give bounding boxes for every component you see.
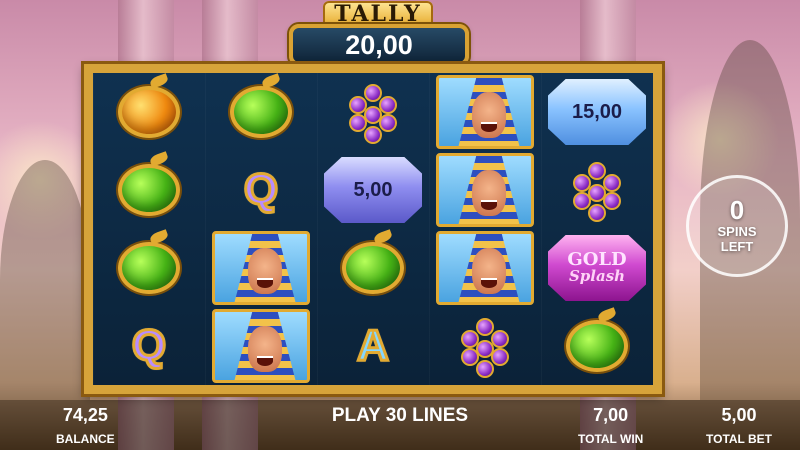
cash-gem-symbol: 5,00	[324, 157, 422, 223]
spins-left-label-line2: LEFT	[720, 239, 754, 254]
spins-left-indicator: 0 SPINS LEFT	[686, 175, 788, 277]
grape-berry	[588, 162, 606, 180]
total-win-value: 7,00	[593, 405, 629, 425]
reel-cell	[429, 229, 541, 307]
grapes-symbol	[343, 82, 403, 144]
apple-symbol	[118, 164, 180, 216]
total-bet-value: 5,00	[721, 405, 757, 425]
grape-berry	[476, 360, 494, 378]
tally-value: 20,00	[289, 24, 469, 66]
pharaoh-symbol	[436, 153, 534, 227]
apple-symbol	[118, 242, 180, 294]
reel-cell	[205, 73, 317, 151]
reel-cell	[93, 73, 205, 151]
spins-left-count: 0	[729, 195, 745, 225]
letter-q-symbol: Q	[242, 164, 279, 216]
grape-berry	[588, 204, 606, 222]
pharaoh-mouth	[481, 200, 497, 210]
grapes-symbol	[455, 316, 515, 378]
pharaoh-mouth	[481, 278, 497, 288]
total-win-stat: 7,00 TOTAL WIN	[578, 404, 643, 446]
gold-splash-symbol: GOLD Splash	[548, 235, 646, 301]
pharaoh-symbol	[436, 75, 534, 149]
pharaoh-mouth	[257, 356, 273, 366]
bottom-info-bar: 74,25 BALANCE PLAY 30 LINES 7,00 TOTAL W…	[0, 400, 800, 450]
apple-symbol	[342, 242, 404, 294]
grape-berry	[364, 84, 382, 102]
reel-cell: A	[317, 307, 429, 385]
reels-grid: 15,00 Q 5,00 GOLD Splash Q A	[93, 73, 653, 385]
reel-cell: Q	[205, 151, 317, 229]
reels-frame: 15,00 Q 5,00 GOLD Splash Q A	[84, 64, 662, 394]
gold-splash-text-gold: GOLD	[567, 249, 627, 270]
letter-a-symbol: A	[356, 320, 391, 372]
balance-label: BALANCE	[56, 432, 115, 446]
background-palm-left	[0, 160, 90, 400]
total-bet-label: TOTAL BET	[706, 432, 772, 446]
grape-berry	[461, 348, 479, 366]
grape-berry	[379, 114, 397, 132]
orange-symbol	[118, 86, 180, 138]
reel-cell	[205, 307, 317, 385]
reel-cell	[93, 229, 205, 307]
pharaoh-symbol	[436, 231, 534, 305]
reel-cell	[541, 151, 653, 229]
reel-cell	[429, 307, 541, 385]
reel-cell	[429, 73, 541, 151]
reel-cell	[429, 151, 541, 229]
play-lines-label: PLAY 30 LINES	[331, 405, 469, 426]
letter-q-symbol: Q	[130, 320, 167, 372]
reel-cell: 5,00	[317, 151, 429, 229]
pharaoh-symbol	[212, 231, 310, 305]
reel-cell	[541, 307, 653, 385]
gold-splash-text-splash: Splash	[568, 267, 626, 285]
apple-symbol	[566, 320, 628, 372]
grape-berry	[349, 114, 367, 132]
reel-cell	[317, 73, 429, 151]
grape-berry	[491, 330, 509, 348]
total-bet-stat: 5,00 TOTAL BET	[706, 404, 772, 446]
grape-berry	[573, 192, 591, 210]
grape-berry	[379, 96, 397, 114]
pharaoh-mouth	[481, 122, 497, 132]
grape-berry	[603, 174, 621, 192]
grape-berry	[476, 318, 494, 336]
grape-berry	[603, 192, 621, 210]
pharaoh-symbol	[212, 309, 310, 383]
total-win-label: TOTAL WIN	[578, 432, 644, 446]
spins-left-label-line1: SPINS	[717, 224, 757, 239]
cash-gem-symbol: 15,00	[548, 79, 646, 145]
reel-cell	[205, 229, 317, 307]
grape-berry	[491, 348, 509, 366]
pharaoh-mouth	[257, 278, 273, 288]
reel-cell	[317, 229, 429, 307]
reel-cell	[93, 151, 205, 229]
reel-cell: GOLD Splash	[541, 229, 653, 307]
reel-cell: 15,00	[541, 73, 653, 151]
grapes-symbol	[567, 160, 627, 222]
grape-berry	[364, 126, 382, 144]
apple-symbol	[230, 86, 292, 138]
reel-cell: Q	[93, 307, 205, 385]
